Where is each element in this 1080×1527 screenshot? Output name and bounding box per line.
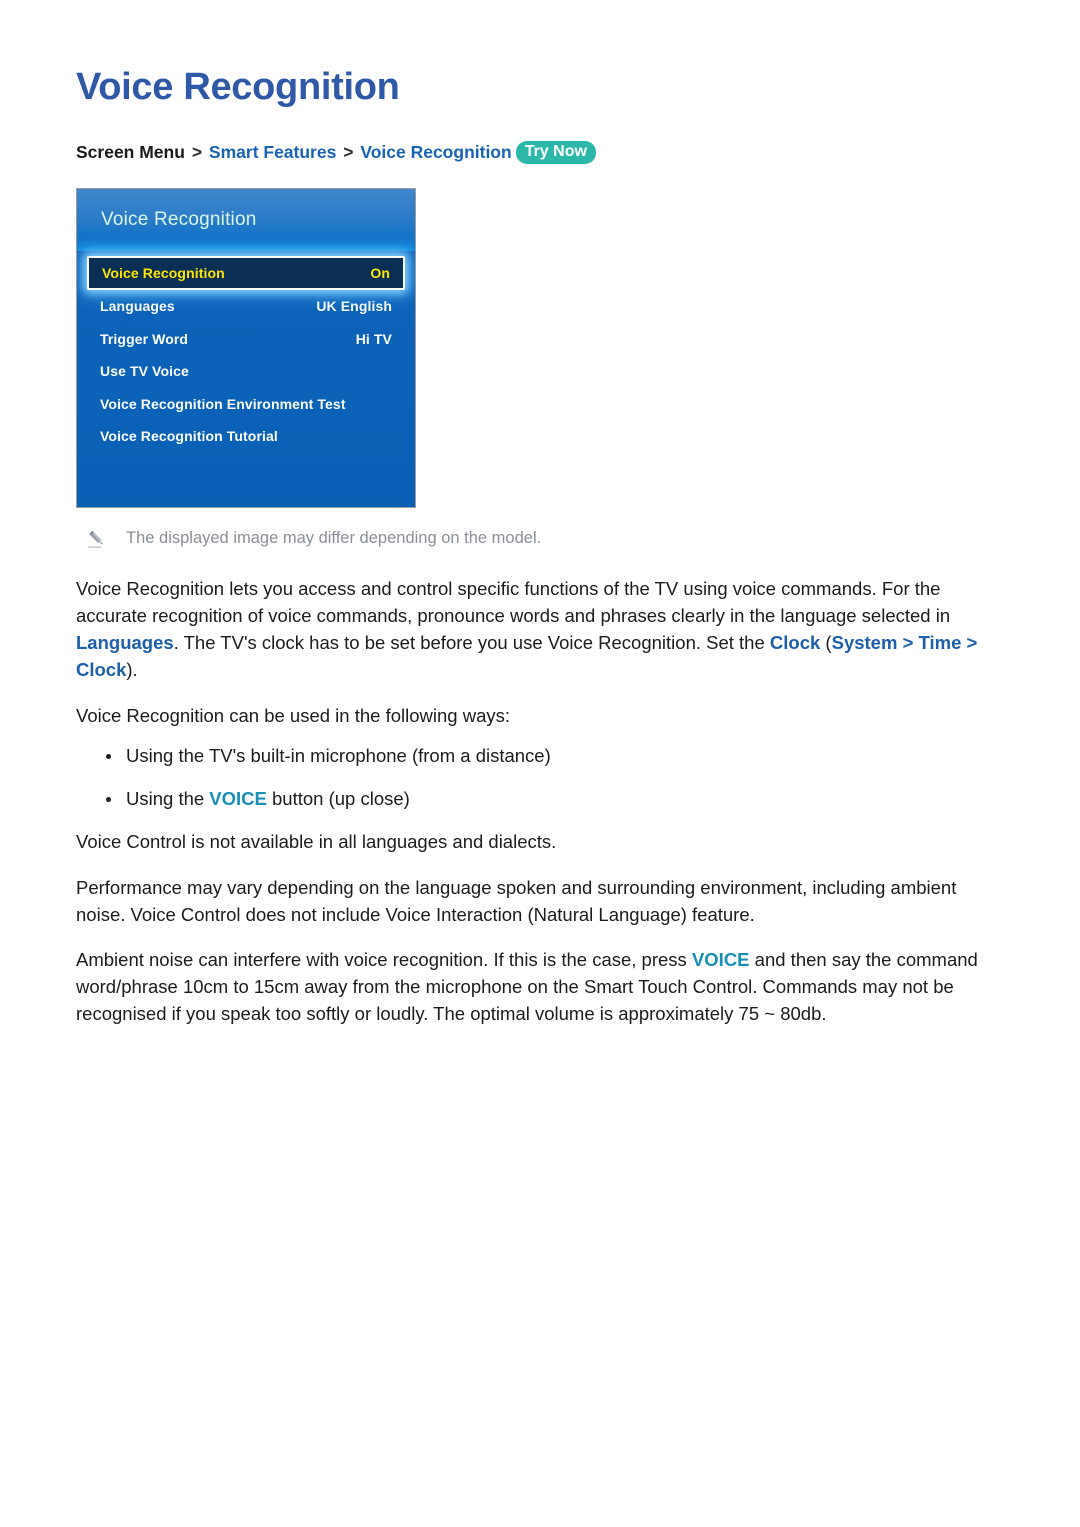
tv-menu-header-title: Voice Recognition [101, 209, 257, 231]
body-copy: Voice Recognition lets you access and co… [76, 576, 1004, 1028]
breadcrumb-separator-2: > [343, 141, 354, 162]
paragraph-performance: Performance may vary depending on the la… [76, 876, 957, 925]
list-item: Using the TV's built-in microphone (from… [76, 743, 1004, 770]
link-clock-2[interactable]: Clock [76, 659, 126, 680]
note-row: The displayed image may differ depending… [86, 527, 1004, 550]
paragraph-intro: Voice Recognition lets you access and co… [76, 576, 1004, 683]
tv-menu-item-label: Voice Recognition Tutorial [100, 428, 278, 445]
usage-bullet-list: Using the TV's built-in microphone (from… [76, 743, 1004, 813]
try-now-badge[interactable]: Try Now [515, 140, 596, 165]
tv-menu-item-voice-recognition[interactable]: Voice Recognition On [87, 256, 405, 291]
para-text: . The TV's clock has to be set before yo… [173, 631, 770, 653]
tv-menu-item-label: Languages [100, 298, 175, 315]
para-text: ( [820, 631, 832, 653]
bullet-text: Using the [126, 788, 210, 810]
para-text: Voice Recognition lets you access and co… [76, 578, 951, 627]
tv-menu-item-label: Use TV Voice [100, 363, 189, 380]
breadcrumb-separator-1: > [191, 141, 203, 162]
link-system[interactable]: System [832, 632, 898, 653]
tv-menu-item-environment-test[interactable]: Voice Recognition Environment Test [87, 388, 405, 421]
document-page: Voice Recognition Screen Menu > Smart Fe… [0, 0, 1080, 1028]
page-title: Voice Recognition [76, 66, 400, 108]
tv-menu-item-value: On [370, 265, 390, 282]
link-separator: > [961, 631, 978, 653]
tv-menu-item-trigger-word[interactable]: Trigger Word Hi TV [87, 323, 405, 356]
paragraph-availability: Voice Control is not available in all la… [76, 830, 557, 852]
para-text: ). [126, 658, 138, 680]
tv-menu-item-label: Voice Recognition [102, 265, 225, 282]
tv-menu-panel: Voice Recognition Voice Recognition On L… [76, 188, 416, 509]
bullet-text: button (up close) [266, 788, 410, 810]
link-separator: > [897, 631, 919, 653]
tv-menu-rows: Voice Recognition On Languages UK Englis… [77, 256, 415, 453]
link-languages[interactable]: Languages [76, 632, 174, 653]
tv-menu-header: Voice Recognition [77, 189, 415, 252]
paragraph-ambient-noise: Ambient noise can interfere with voice r… [76, 947, 1004, 1027]
link-clock[interactable]: Clock [770, 632, 820, 653]
tv-menu-item-label: Voice Recognition Environment Test [100, 395, 346, 412]
breadcrumb-link-smart-features[interactable]: Smart Features [209, 142, 336, 162]
tv-menu-item-tutorial[interactable]: Voice Recognition Tutorial [87, 420, 405, 453]
bullet-text: Using the TV's built-in microphone (from… [126, 745, 551, 767]
pencil-icon [86, 528, 108, 550]
breadcrumb-root: Screen Menu [76, 141, 185, 162]
tv-menu-item-use-tv-voice[interactable]: Use TV Voice [87, 355, 405, 388]
tv-menu-item-value: Hi TV [355, 330, 392, 347]
tv-menu-item-languages[interactable]: Languages UK English [87, 290, 405, 323]
note-text: The displayed image may differ depending… [126, 529, 542, 548]
list-item: Using the VOICE button (up close) [76, 786, 1004, 813]
link-voice-button-2[interactable]: VOICE [692, 949, 750, 970]
link-time[interactable]: Time [919, 632, 962, 653]
paragraph-usage-intro: Voice Recognition can be used in the fol… [76, 704, 510, 726]
tv-menu-item-label: Trigger Word [100, 330, 189, 347]
breadcrumb: Screen Menu > Smart Features > Voice Rec… [76, 140, 1004, 165]
breadcrumb-link-voice-recognition[interactable]: Voice Recognition [360, 142, 511, 162]
para-text: Ambient noise can interfere with voice r… [76, 949, 692, 971]
link-voice-button[interactable]: VOICE [209, 788, 267, 809]
tv-menu-item-value: UK English [316, 298, 392, 315]
